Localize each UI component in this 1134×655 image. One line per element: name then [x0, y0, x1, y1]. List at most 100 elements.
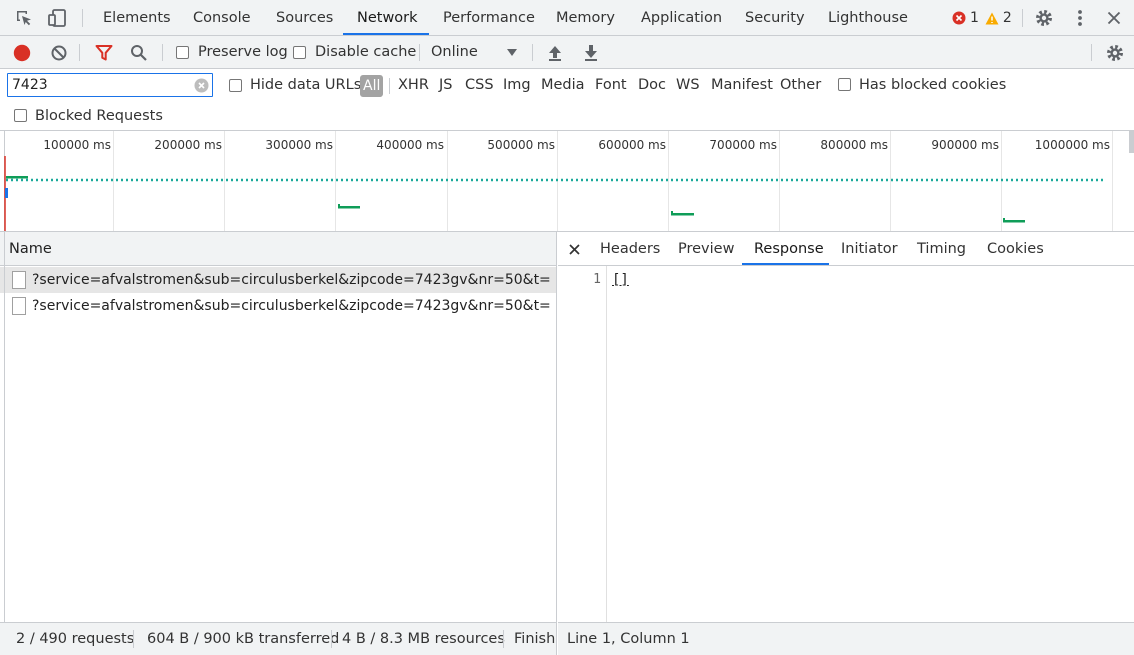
preserve-log-checkbox[interactable] — [176, 46, 189, 59]
filter-funnel-icon — [95, 44, 113, 60]
toolbar-divider — [1022, 9, 1023, 27]
has-blocked-cookies-checkbox[interactable] — [838, 78, 851, 91]
clear-icon — [51, 45, 67, 60]
type-filter-doc[interactable]: Doc — [638, 69, 666, 102]
detail-tab-strip: Headers Preview Response Initiator Timin… — [558, 232, 1134, 266]
tab-preview[interactable]: Preview — [678, 232, 734, 266]
close-icon — [1107, 11, 1121, 25]
error-count: 1 — [970, 10, 979, 26]
overview-waterfall — [4, 131, 1134, 231]
request-list-header[interactable]: Name — [0, 232, 556, 266]
triangle-down-icon — [507, 49, 517, 56]
search-button[interactable] — [128, 36, 150, 69]
hide-data-urls-checkbox[interactable] — [229, 79, 242, 92]
close-detail-button[interactable] — [564, 232, 584, 266]
summary-divider — [331, 630, 332, 648]
network-toolbar: Preserve log Disable cache Online — [0, 36, 1134, 69]
hide-data-urls-label[interactable]: Hide data URLs — [250, 69, 361, 102]
tab-lighthouse[interactable]: Lighthouse — [828, 0, 908, 36]
inspect-cursor-icon — [17, 11, 31, 26]
preserve-log-label[interactable]: Preserve log — [198, 36, 288, 69]
column-header-name[interactable]: Name — [9, 232, 52, 266]
has-blocked-cookies-label[interactable]: Has blocked cookies — [859, 69, 1006, 102]
request-detail-pane: Headers Preview Response Initiator Timin… — [558, 232, 1134, 622]
throttling-value: Online — [431, 44, 478, 60]
summary-divider — [133, 630, 134, 648]
type-filter-js[interactable]: JS — [439, 69, 452, 102]
type-filter-ws[interactable]: WS — [676, 69, 700, 102]
type-filter-font[interactable]: Font — [595, 69, 627, 102]
type-filter-xhr[interactable]: XHR — [398, 69, 429, 102]
clear-input-icon — [194, 78, 208, 92]
blocked-requests-label[interactable]: Blocked Requests — [35, 102, 163, 130]
clear-button[interactable] — [48, 36, 70, 69]
device-mode-icon — [48, 9, 66, 27]
tab-response[interactable]: Response — [754, 232, 824, 266]
clear-filter-button[interactable] — [192, 73, 210, 97]
network-settings-button[interactable] — [1104, 36, 1126, 69]
kebab-menu-icon — [1078, 10, 1082, 26]
request-row[interactable]: ?service=afvalstromen&sub=circulusberkel… — [0, 267, 556, 293]
pane-left-border — [4, 232, 5, 655]
network-summary-bar: 2 / 490 requests 604 B / 900 kB transfer… — [0, 622, 557, 655]
blocked-requests-checkbox[interactable] — [14, 109, 27, 122]
line-number-gutter: 1 — [558, 266, 607, 622]
type-filter-all[interactable]: All — [360, 75, 384, 97]
type-filter-css[interactable]: CSS — [465, 69, 494, 102]
tab-console[interactable]: Console — [193, 0, 251, 36]
tab-performance[interactable]: Performance — [443, 0, 535, 36]
disable-cache-checkbox[interactable] — [293, 46, 306, 59]
request-name: ?service=afvalstromen&sub=circulusberkel… — [32, 298, 551, 314]
issues-counter[interactable]: 1 2 — [952, 0, 1022, 36]
response-body[interactable]: [] — [612, 272, 629, 288]
document-icon — [12, 271, 26, 289]
network-overview[interactable]: 100000 ms 200000 ms 300000 ms 400000 ms … — [0, 131, 1134, 232]
request-row[interactable]: ?service=afvalstromen&sub=circulusberkel… — [0, 293, 556, 319]
type-filter-media[interactable]: Media — [541, 69, 585, 102]
editor-status-bar: Line 1, Column 1 — [558, 622, 1134, 655]
tab-headers[interactable]: Headers — [600, 232, 660, 266]
export-har-button[interactable] — [581, 36, 601, 69]
type-filter-manifest[interactable]: Manifest — [711, 69, 773, 102]
tab-timing[interactable]: Timing — [917, 232, 966, 266]
toolbar-divider — [82, 9, 83, 27]
request-list-pane: Name ?service=afvalstromen&sub=circulusb… — [0, 232, 557, 622]
device-toolbar-button[interactable] — [46, 0, 68, 36]
toolbar-divider — [79, 44, 80, 61]
gear-icon — [1107, 44, 1123, 61]
filter-toggle-button[interactable] — [93, 36, 115, 69]
finish-time: Finish: — [514, 631, 557, 647]
close-devtools-button[interactable] — [1104, 0, 1124, 36]
more-options-button[interactable] — [1070, 0, 1090, 36]
cursor-position: Line 1, Column 1 — [567, 631, 690, 647]
devtools-tab-strip: Elements Console Sources Network Perform… — [0, 0, 1134, 36]
tab-security[interactable]: Security — [745, 0, 805, 36]
disable-cache-label[interactable]: Disable cache — [315, 36, 416, 69]
tab-initiator[interactable]: Initiator — [841, 232, 898, 266]
filter-bar: 7423 Hide data URLs All XHR JS CSS Img M… — [0, 69, 1134, 102]
overview-scroll-handle[interactable] — [1129, 131, 1134, 153]
import-har-button[interactable] — [545, 36, 565, 69]
active-tab-indicator — [343, 33, 429, 35]
tab-network[interactable]: Network — [357, 0, 418, 36]
record-button[interactable] — [11, 36, 33, 69]
tab-application[interactable]: Application — [641, 0, 722, 36]
tab-sources[interactable]: Sources — [276, 0, 333, 36]
settings-button[interactable] — [1033, 0, 1055, 36]
tab-cookies[interactable]: Cookies — [987, 232, 1044, 266]
tab-elements[interactable]: Elements — [103, 0, 171, 36]
toolbar-divider — [532, 44, 533, 61]
throttling-dropdown-arrow[interactable] — [505, 36, 519, 69]
tab-memory[interactable]: Memory — [556, 0, 615, 36]
type-filter-img[interactable]: Img — [503, 69, 531, 102]
overview-request-bar — [6, 176, 28, 179]
transferred-size: 604 B / 900 kB transferred — [147, 631, 340, 647]
warning-count: 2 — [1002, 10, 1012, 26]
type-filter-other[interactable]: Other — [780, 69, 821, 102]
active-detail-tab-indicator — [742, 263, 829, 265]
filter-divider — [389, 78, 390, 94]
inspect-element-button[interactable] — [12, 0, 36, 36]
download-icon — [585, 44, 597, 61]
filter-input[interactable]: 7423 — [7, 73, 213, 97]
toolbar-divider — [162, 44, 163, 61]
